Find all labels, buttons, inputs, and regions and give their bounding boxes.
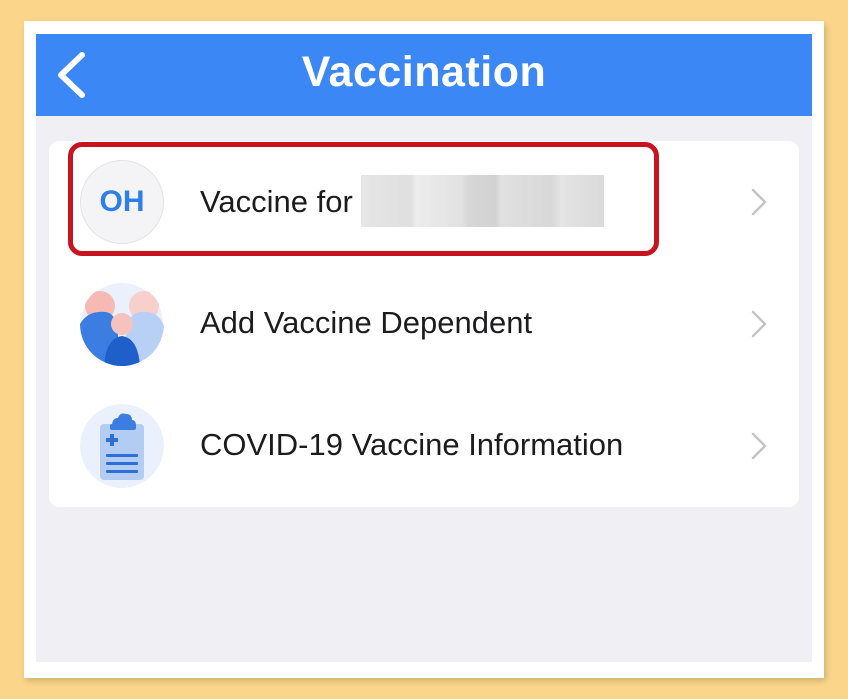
covid-vaccine-information-row[interactable]: COVID-19 Vaccine Information — [49, 385, 799, 507]
row-label: Add Vaccine Dependent — [200, 305, 533, 340]
avatar: OH — [80, 160, 164, 244]
vaccine-for-label: Vaccine for — [200, 184, 353, 220]
dependents-icon — [80, 282, 164, 366]
avatar-initials: OH — [99, 185, 145, 218]
menu-card: OH Vaccine for Add Vaccine Dependent COV… — [49, 141, 799, 507]
redacted-name — [360, 175, 604, 227]
add-vaccine-dependent-row[interactable]: Add Vaccine Dependent — [49, 263, 799, 385]
chevron-right-icon — [751, 188, 767, 216]
row-label: Vaccine for — [200, 175, 604, 227]
vaccine-for-row[interactable]: OH Vaccine for — [49, 141, 799, 263]
navigation-bar: Vaccination — [36, 34, 812, 116]
clipboard-medical-icon — [80, 404, 164, 488]
chevron-right-icon — [751, 432, 767, 460]
app-screen: Vaccination OH Vaccine for Add Vaccine D… — [36, 34, 812, 662]
chevron-right-icon — [751, 310, 767, 338]
page-title: Vaccination — [301, 48, 547, 96]
row-label: COVID-19 Vaccine Information — [200, 427, 624, 462]
